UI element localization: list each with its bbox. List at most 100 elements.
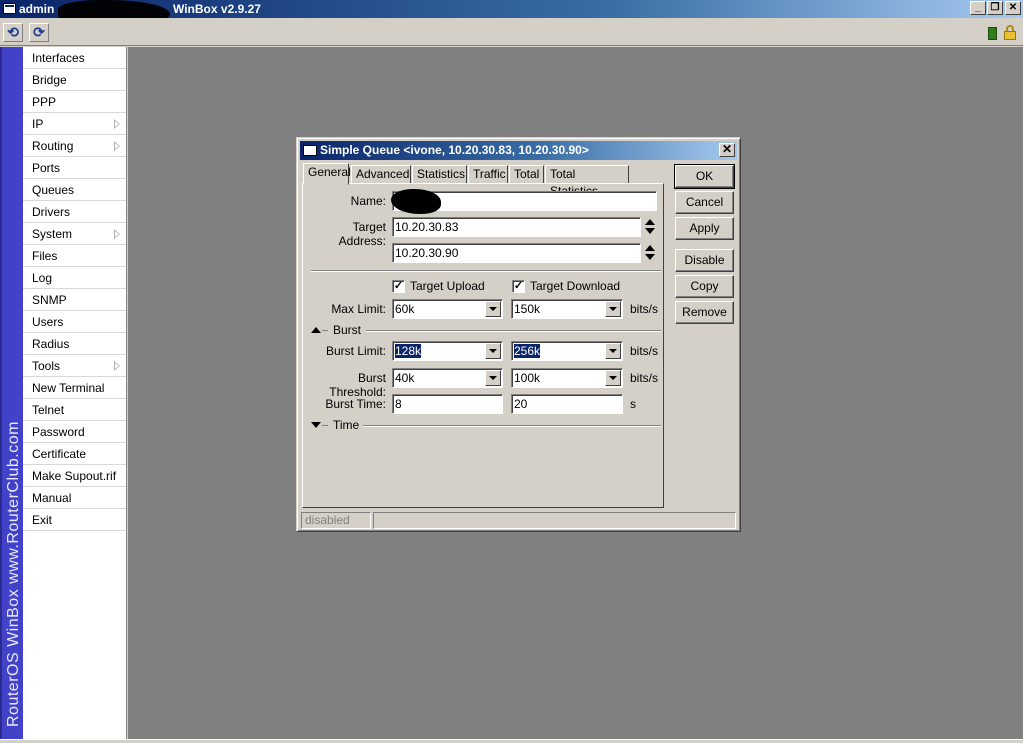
close-button[interactable]: ✕: [1005, 1, 1021, 15]
main-menu: Interfaces Bridge PPP IP Routing Ports Queues D…: [23, 47, 127, 739]
menu-item-queues[interactable]: Queues: [23, 179, 126, 201]
ok-button[interactable]: OK: [674, 164, 735, 189]
menu-item-label: IP: [32, 117, 44, 131]
chevron-down-icon[interactable]: [605, 301, 621, 317]
minimize-button[interactable]: _: [970, 1, 986, 15]
chevron-down-icon[interactable]: [485, 343, 501, 359]
menu-item-label: Make Supout.rif: [32, 469, 117, 483]
menu-item-ppp[interactable]: PPP: [23, 91, 126, 113]
burst-time-download-field[interactable]: 20: [511, 394, 623, 414]
menu-item-tools[interactable]: Tools: [23, 355, 126, 377]
menu-item-label: Tools: [32, 359, 61, 373]
menu-item-telnet[interactable]: Telnet: [23, 399, 126, 421]
app-version: WinBox v2.9.27: [173, 2, 261, 16]
redo-icon[interactable]: ⟳: [29, 23, 49, 42]
chevron-down-icon[interactable]: [485, 370, 501, 386]
max-limit-unit: bits/s: [630, 302, 659, 316]
chevron-down-icon[interactable]: [605, 370, 621, 386]
menu-item-password[interactable]: Password: [23, 421, 126, 443]
menu-item-label: Ports: [32, 161, 61, 175]
tab-traffic[interactable]: Traffic: [468, 165, 508, 184]
menu-item-label: Password: [32, 425, 85, 439]
time-section-label: Time: [333, 418, 360, 432]
burst-threshold-unit: bits/s: [630, 371, 659, 385]
remove-button[interactable]: Remove: [675, 301, 734, 324]
burst-limit-upload-select[interactable]: 128k: [392, 341, 503, 361]
target-address-1-updown-icon[interactable]: [644, 218, 656, 236]
max-limit-label: Max Limit:: [331, 302, 386, 316]
tab-general[interactable]: General: [303, 163, 351, 185]
menu-item-label: PPP: [32, 95, 57, 109]
connection-status-icon: [988, 27, 997, 40]
apply-button[interactable]: Apply: [675, 217, 734, 240]
menu-item-ip[interactable]: IP: [23, 113, 126, 135]
separator: [311, 270, 661, 272]
menu-item-label: Interfaces: [32, 51, 85, 65]
menu-item-files[interactable]: Files: [23, 245, 126, 267]
dialog-title-bar[interactable]: Simple Queue <ivone, 10.20.30.83, 10.20.…: [300, 141, 737, 160]
dialog-close-button[interactable]: ✕: [719, 143, 735, 157]
target-address-2-updown-icon[interactable]: [644, 244, 656, 262]
status-extra: [373, 512, 736, 529]
menu-item-label: Files: [32, 249, 58, 263]
disable-button[interactable]: Disable: [675, 249, 734, 272]
burst-time-upload-field[interactable]: 8: [392, 394, 503, 414]
restore-button[interactable]: ❐: [987, 1, 1003, 15]
chevron-down-icon[interactable]: [485, 301, 501, 317]
submenu-arrow-icon: [114, 361, 120, 371]
lock-icon: [1003, 25, 1017, 41]
general-tab-panel: Name: Target Address: 10.20.30.83 10.20.…: [302, 183, 664, 508]
menu-item-routing[interactable]: Routing: [23, 135, 126, 157]
tab-total[interactable]: Total: [509, 165, 544, 184]
tab-advanced[interactable]: Advanced: [351, 165, 411, 184]
menu-item-snmp[interactable]: SNMP: [23, 289, 126, 311]
chevron-down-icon[interactable]: [605, 343, 621, 359]
collapse-up-icon[interactable]: [311, 327, 321, 333]
tab-total-statistics[interactable]: Total Statistics: [545, 165, 629, 198]
max-limit-upload-select[interactable]: 60k: [392, 299, 503, 319]
menu-item-certificate[interactable]: Certificate: [23, 443, 126, 465]
menu-item-make-supout-rif[interactable]: Make Supout.rif: [23, 465, 126, 487]
burst-section-label: Burst: [333, 323, 362, 337]
max-limit-download-select[interactable]: 150k: [511, 299, 623, 319]
menu-item-interfaces[interactable]: Interfaces: [23, 47, 126, 69]
menu-item-users[interactable]: Users: [23, 311, 126, 333]
menu-item-label: Telnet: [32, 403, 65, 417]
target-address-field-1[interactable]: 10.20.30.83: [392, 217, 641, 237]
menu-item-new-terminal[interactable]: New Terminal: [23, 377, 126, 399]
dialog-title: Simple Queue <ivone, 10.20.30.83, 10.20.…: [320, 143, 589, 157]
burst-threshold-upload-select[interactable]: 40k: [392, 368, 503, 388]
submenu-arrow-icon: [114, 119, 120, 129]
menu-item-radius[interactable]: Radius: [23, 333, 126, 355]
menu-item-label: Users: [32, 315, 64, 329]
menu-item-label: Bridge: [32, 73, 67, 87]
app-title-bar[interactable]: admin WinBox v2.9.27 _ ❐ ✕: [0, 0, 1023, 26]
menu-item-bridge[interactable]: Bridge: [23, 69, 126, 91]
menu-item-system[interactable]: System: [23, 223, 126, 245]
burst-section-header[interactable]: Burst: [311, 323, 661, 337]
menu-item-label: Queues: [32, 183, 75, 197]
menu-item-drivers[interactable]: Drivers: [23, 201, 126, 223]
undo-icon[interactable]: ⟲: [3, 23, 23, 42]
submenu-arrow-icon: [114, 141, 120, 151]
burst-limit-label: Burst Limit:: [325, 344, 386, 358]
menu-item-log[interactable]: Log: [23, 267, 126, 289]
burst-limit-download-select[interactable]: 256k: [511, 341, 623, 361]
expand-down-icon[interactable]: [311, 422, 321, 428]
submenu-arrow-icon: [114, 229, 120, 239]
menu-item-exit[interactable]: Exit: [23, 509, 126, 531]
burst-threshold-download-select[interactable]: 100k: [511, 368, 623, 388]
cancel-button[interactable]: Cancel: [675, 191, 734, 214]
bottom-strip: [0, 739, 1023, 743]
menu-item-label: Drivers: [32, 205, 70, 219]
menu-item-manual[interactable]: Manual: [23, 487, 126, 509]
target-address-field-2[interactable]: 10.20.30.90: [392, 243, 641, 263]
tab-statistics[interactable]: Statistics: [412, 165, 467, 184]
time-section-header[interactable]: Time: [311, 418, 661, 432]
target-upload-checkbox[interactable]: ✓: [392, 280, 405, 293]
copy-button[interactable]: Copy: [675, 275, 734, 298]
menu-item-ports[interactable]: Ports: [23, 157, 126, 179]
brand-text: RouterOS WinBox www.RouterClub.com: [4, 421, 22, 727]
target-download-checkbox[interactable]: ✓: [512, 280, 525, 293]
dialog-window-icon: [303, 145, 317, 156]
